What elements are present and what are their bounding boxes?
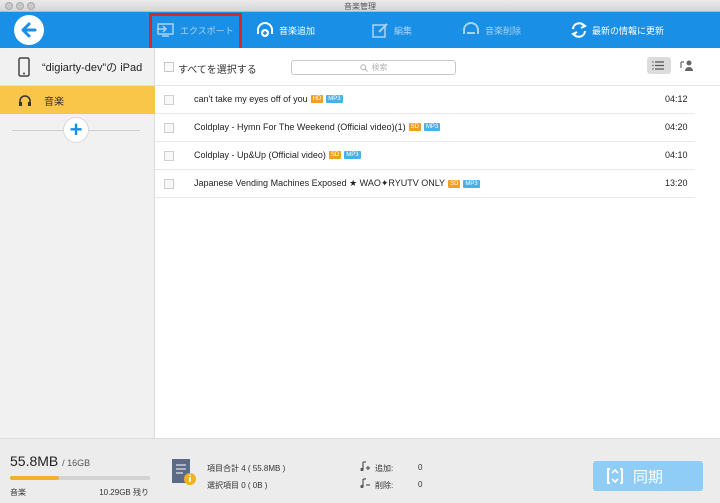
search-placeholder: 検索: [371, 63, 388, 72]
song-title-cell: Japanese Vending Machines Exposed ★ WAO✦…: [194, 178, 480, 189]
title-bar: 音楽管理: [0, 0, 720, 12]
delete-music-icon: [463, 22, 479, 34]
song-title-cell: Coldplay - Up&Up (Official video) SD MP3: [194, 150, 361, 160]
export-button[interactable]: エクスポート: [156, 12, 234, 48]
song-duration: 04:12: [665, 94, 688, 104]
export-label: エクスポート: [180, 25, 234, 36]
quality-badge: SD: [448, 179, 461, 188]
song-title-cell: can't take my eyes off of you HD MP3: [194, 94, 343, 104]
sync-button[interactable]: 同期: [593, 461, 703, 491]
song-title: can't take my eyes off of you: [194, 94, 308, 104]
storage-category: 音楽: [10, 488, 26, 497]
song-row[interactable]: Coldplay - Hymn For The Weekend (Officia…: [155, 114, 695, 142]
format-badge: MP3: [326, 95, 343, 103]
storage-bar: [10, 476, 150, 480]
storage-used-value: 55.8MB: [10, 453, 59, 469]
window-title: 音楽管理: [344, 2, 376, 11]
delete-music-button[interactable]: 音楽削除: [461, 12, 521, 48]
format-badge: MP3: [463, 179, 480, 188]
add-music-label: 音楽追加: [279, 25, 316, 36]
song-duration: 13:20: [665, 178, 688, 188]
device-item[interactable]: “digiarty-dev”の iPad: [0, 48, 155, 86]
song-row[interactable]: Coldplay - Up&Up (Official video) SD MP3 04…: [155, 142, 695, 170]
list-view-icon: [652, 61, 664, 70]
storage-panel: 55.8MB / 16GB 音楽 10.29GB 残り: [0, 438, 155, 503]
song-duration: 04:20: [665, 122, 688, 132]
status-footer: 項目合計 4 ( 55.8MB ) 選択項目 0 ( 0B ) 追加: 0 削除…: [155, 438, 720, 503]
format-badge: MP3: [423, 123, 441, 131]
list-view-button[interactable]: [647, 57, 671, 74]
format-badge: MP3: [344, 151, 361, 159]
deleted-label: 削除:: [375, 481, 394, 490]
storage-bar-fill: [10, 476, 59, 480]
select-all-label[interactable]: すべてを選択する: [178, 61, 257, 76]
artist-view-icon: [680, 60, 693, 71]
song-checkbox[interactable]: [164, 123, 174, 133]
music-add-icon: [360, 461, 370, 472]
refresh-label: 最新の情報に更新: [592, 25, 665, 36]
add-music-icon: [257, 22, 273, 37]
edit-button[interactable]: 編集: [372, 12, 412, 48]
song-title-cell: Coldplay - Hymn For The Weekend (Officia…: [194, 122, 441, 132]
storage-total: / 16GB: [62, 458, 91, 468]
song-checkbox[interactable]: [164, 151, 174, 161]
music-info-icon: [172, 459, 196, 485]
artist-view-button[interactable]: [675, 57, 699, 74]
quality-badge: HD: [310, 95, 324, 103]
add-music-button[interactable]: 音楽追加: [255, 12, 315, 48]
add-category-button[interactable]: +: [63, 117, 89, 143]
export-icon: [157, 23, 174, 37]
sidebar-item-music[interactable]: 音楽: [0, 86, 155, 114]
sidebar: “digiarty-dev”の iPad 音楽 + 55.8MB / 16GB …: [0, 48, 155, 503]
music-remove-icon: [360, 478, 370, 489]
refresh-button[interactable]: 最新の情報に更新: [570, 12, 664, 48]
search-icon: [359, 63, 368, 72]
toolbar: エクスポート 音楽追加 編集 音楽削除 最新の情報に更新: [0, 12, 720, 48]
sync-icon: [607, 468, 623, 484]
added-label: 追加:: [375, 464, 394, 473]
delete-music-label: 音楽削除: [485, 25, 522, 36]
refresh-icon: [571, 22, 587, 38]
edit-icon: [372, 23, 388, 38]
plus-icon: +: [69, 117, 83, 142]
song-checkbox[interactable]: [164, 179, 174, 189]
quality-badge: SD: [328, 151, 342, 159]
song-duration: 04:10: [665, 150, 688, 160]
added-count: 0: [418, 463, 423, 472]
back-arrow-icon: [21, 22, 37, 38]
back-button[interactable]: [14, 15, 44, 45]
select-all-checkbox[interactable]: [164, 62, 174, 72]
headphones-icon: [19, 94, 31, 106]
selected-items: 選択項目 0 ( 0B ): [207, 481, 268, 490]
quality-badge: SD: [408, 123, 421, 131]
total-items: 項目合計 4 ( 55.8MB ): [207, 464, 286, 473]
storage-used: 55.8MB / 16GB: [10, 453, 90, 469]
device-name: “digiarty-dev”の iPad: [42, 61, 143, 74]
song-row[interactable]: can't take my eyes off of you HD MP3 04:12: [155, 86, 695, 114]
edit-label: 編集: [394, 25, 413, 36]
storage-free: 10.29GB 残り: [99, 488, 149, 497]
sidebar-item-label: 音楽: [44, 96, 64, 108]
ipad-icon: [18, 56, 30, 77]
deleted-count: 0: [418, 480, 423, 489]
song-title: Coldplay - Hymn For The Weekend (Officia…: [194, 122, 406, 132]
list-toolbar: すべてを選択する 検索: [155, 48, 720, 86]
sync-label: 同期: [633, 468, 664, 486]
search-input[interactable]: 検索: [291, 60, 456, 75]
song-checkbox[interactable]: [164, 95, 174, 105]
song-row[interactable]: Japanese Vending Machines Exposed ★ WAO✦…: [155, 170, 695, 198]
song-title: Coldplay - Up&Up (Official video): [194, 150, 326, 160]
song-title: Japanese Vending Machines Exposed ★ WAO✦…: [194, 178, 446, 188]
